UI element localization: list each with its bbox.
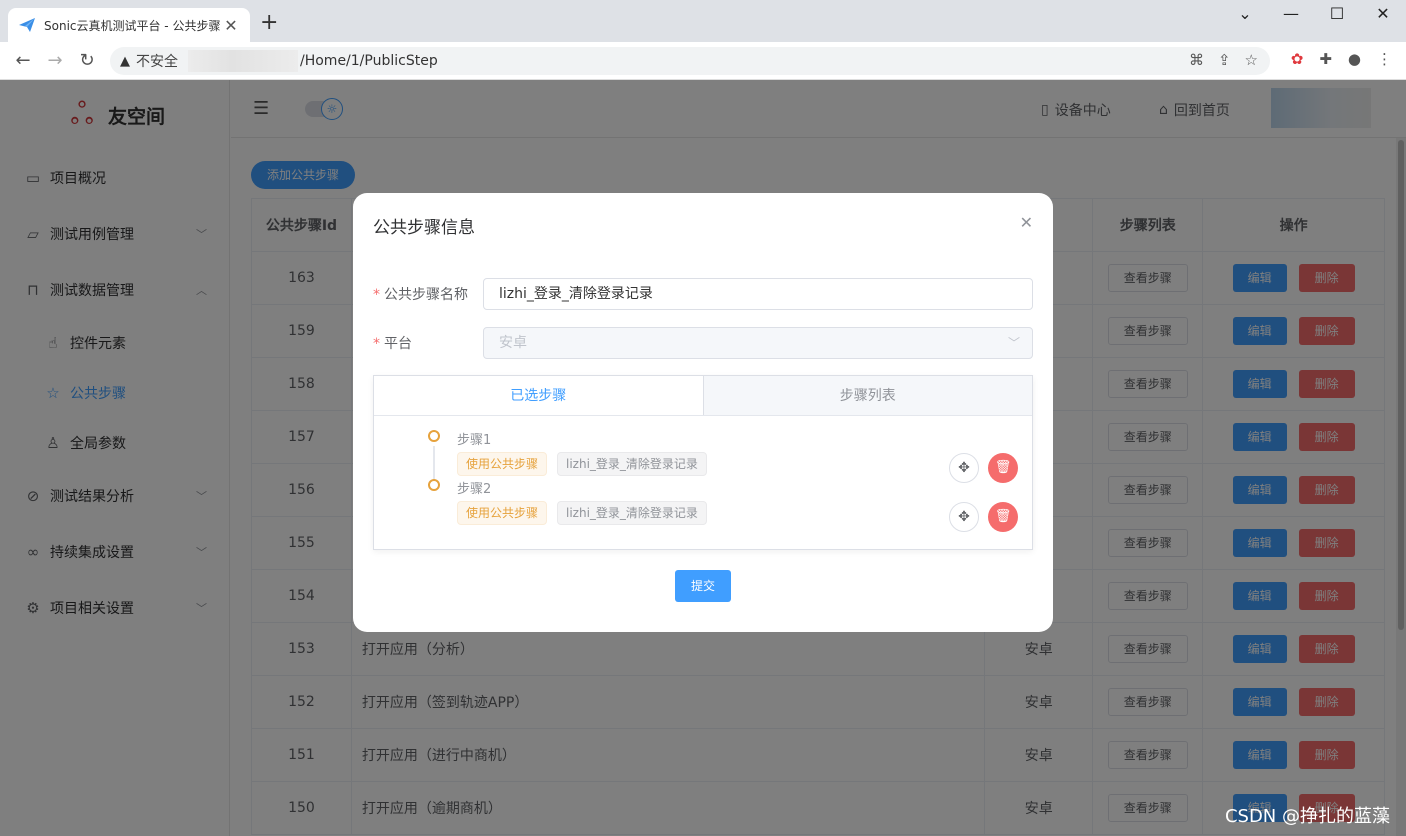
platform-value: 安卓 bbox=[499, 335, 527, 351]
close-icon[interactable]: ✕ bbox=[1020, 213, 1033, 232]
step-title: 步骤2 bbox=[457, 482, 492, 497]
delete-step-icon[interactable]: 🗑 bbox=[988, 502, 1018, 532]
step-ref-tag: lizhi_登录_清除登录记录 bbox=[557, 501, 707, 525]
browser-tab[interactable]: Sonic云真机测试平台 - 公共步骤 ✕ bbox=[8, 8, 250, 42]
platform-select[interactable]: 安卓 ﹀ bbox=[483, 327, 1033, 359]
submit-button[interactable]: 提交 bbox=[675, 570, 731, 602]
tab-step-list[interactable]: 步骤列表 bbox=[704, 376, 1033, 415]
blurred-host bbox=[188, 50, 298, 72]
forward-icon[interactable]: → bbox=[44, 50, 66, 71]
bookmark-star-icon[interactable]: ☆ bbox=[1245, 51, 1258, 69]
address-bar[interactable]: ▲ 不安全 /Home/1/PublicStep ⌘ ⇪ ☆ bbox=[110, 47, 1270, 75]
share-icon[interactable]: ⇪ bbox=[1218, 51, 1231, 69]
chevron-down-icon: ﹀ bbox=[1007, 336, 1020, 350]
tab-selected-steps[interactable]: 已选步骤 bbox=[374, 376, 704, 415]
drag-move-icon[interactable]: ✥ bbox=[949, 502, 979, 532]
name-form-row: * 公共步骤名称 lizhi_登录_清除登录记录 bbox=[373, 278, 1033, 310]
translate-icon[interactable]: ⌘ bbox=[1189, 51, 1204, 69]
tab-title: Sonic云真机测试平台 - 公共步骤 bbox=[44, 18, 221, 33]
step-name-input[interactable]: lizhi_登录_清除登录记录 bbox=[483, 278, 1033, 310]
minimize-icon[interactable]: — bbox=[1268, 4, 1314, 23]
step-ref-tag: lizhi_登录_清除登录记录 bbox=[557, 452, 707, 476]
public-step-dialog: 公共步骤信息 ✕ * 公共步骤名称 lizhi_登录_清除登录记录 * 平台 安卓 … bbox=[353, 193, 1053, 632]
insecure-label[interactable]: 不安全 bbox=[136, 51, 178, 71]
browser-toolbar: ← → ↻ ▲ 不安全 /Home/1/PublicStep ⌘ ⇪ ☆ ✿ ✚… bbox=[0, 42, 1406, 80]
browser-tabbar: Sonic云真机测试平台 - 公共步骤 ✕ + ⌄ — ☐ ✕ bbox=[0, 0, 1406, 42]
puzzle-icon[interactable]: ✚ bbox=[1319, 50, 1332, 68]
tabs-header: 已选步骤 步骤列表 bbox=[374, 376, 1032, 416]
maximize-icon[interactable]: ☐ bbox=[1314, 4, 1360, 23]
url-path[interactable]: /Home/1/PublicStep bbox=[300, 53, 438, 69]
extension-icon[interactable]: ✿ bbox=[1291, 50, 1304, 68]
paper-plane-icon bbox=[19, 18, 35, 32]
back-icon[interactable]: ← bbox=[12, 50, 34, 71]
tab-search-icon[interactable]: ⌄ bbox=[1222, 4, 1268, 23]
extensions-area: ✿ ✚ ● ⋮ bbox=[1291, 50, 1392, 68]
warning-icon[interactable]: ▲ bbox=[120, 54, 130, 69]
profile-icon[interactable]: ● bbox=[1348, 50, 1361, 68]
tab-close-icon[interactable]: ✕ bbox=[222, 16, 240, 35]
watermark: CSDN @挣扎的蓝藻 bbox=[1224, 806, 1390, 827]
dialog-title: 公共步骤信息 bbox=[373, 218, 475, 238]
close-window-icon[interactable]: ✕ bbox=[1360, 4, 1406, 23]
platform-label: * 平台 bbox=[373, 336, 412, 352]
timeline-dot bbox=[428, 430, 440, 442]
step-type-tag: 使用公共步骤 bbox=[457, 501, 548, 525]
timeline-dot bbox=[428, 479, 440, 491]
platform-form-row: * 平台 安卓 ﹀ bbox=[373, 327, 1033, 359]
more-menu-icon[interactable]: ⋮ bbox=[1377, 50, 1392, 68]
delete-step-icon[interactable]: 🗑 bbox=[988, 453, 1018, 483]
drag-move-icon[interactable]: ✥ bbox=[949, 453, 979, 483]
steps-tabs: 已选步骤 步骤列表 步骤1 使用公共步骤 lizhi_登录_清除登录记录 步骤2… bbox=[373, 375, 1033, 550]
name-label: * 公共步骤名称 bbox=[373, 287, 468, 303]
omnibox-actions: ⌘ ⇪ ☆ bbox=[1189, 51, 1258, 69]
new-tab-button[interactable]: + bbox=[260, 12, 278, 34]
step-type-tag: 使用公共步骤 bbox=[457, 452, 548, 476]
reload-icon[interactable]: ↻ bbox=[76, 50, 98, 71]
step-title: 步骤1 bbox=[457, 433, 492, 448]
